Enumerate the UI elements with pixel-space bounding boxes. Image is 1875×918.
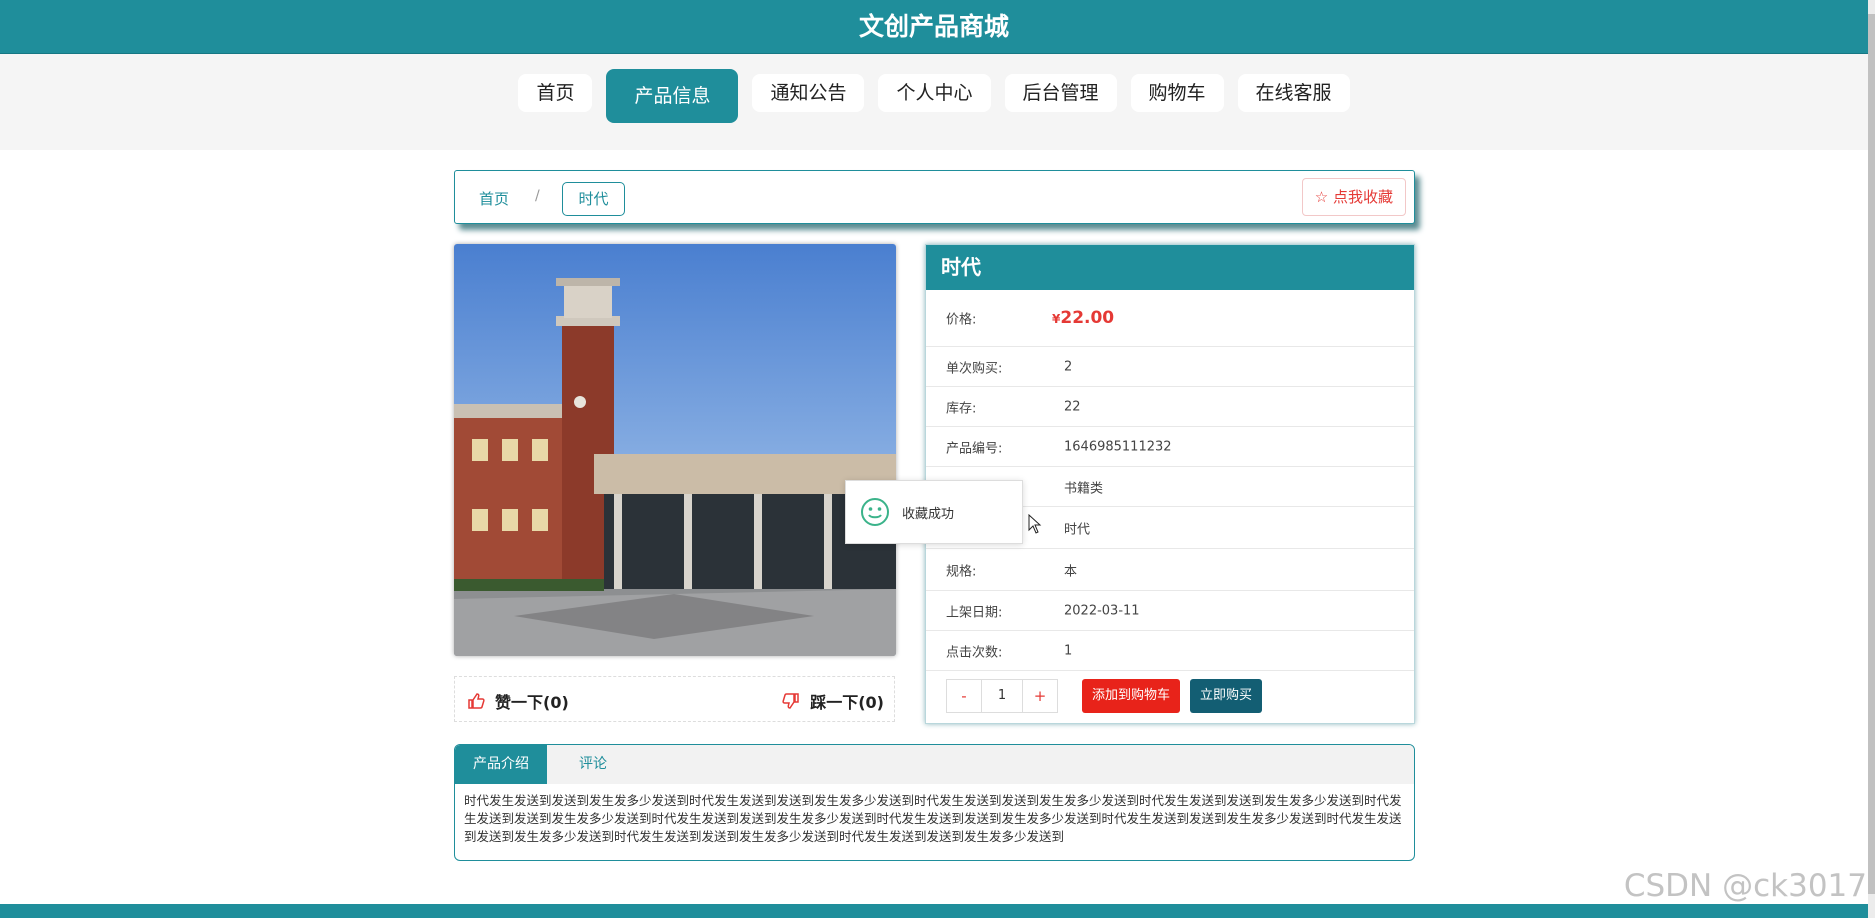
nav-item-notices[interactable]: 通知公告 bbox=[752, 74, 865, 112]
page-scrollbar[interactable] bbox=[1868, 0, 1875, 918]
tab-comments[interactable]: 评论 bbox=[547, 745, 639, 784]
price-label: 价格: bbox=[946, 312, 977, 328]
toast-message: 收藏成功 bbox=[902, 506, 955, 522]
thumbs-down-icon bbox=[782, 693, 799, 709]
like-button[interactable]: 赞一下(0) bbox=[467, 689, 569, 713]
info-row: 上架日期: 2022-03-11 bbox=[926, 591, 1414, 631]
nav-item-products[interactable]: 产品信息 bbox=[606, 69, 739, 123]
star-icon: ☆ bbox=[1314, 188, 1329, 206]
purchase-actions: - 1 + 添加到购物车 立即购买 bbox=[946, 679, 1263, 713]
success-toast: 收藏成功 bbox=[845, 480, 1023, 544]
scrollbar-thumb[interactable] bbox=[1868, 14, 1875, 894]
footer-bar bbox=[0, 904, 1868, 918]
favorite-label: 点我收藏 bbox=[1332, 188, 1393, 206]
breadcrumb-current[interactable]: 时代 bbox=[562, 182, 625, 216]
breadcrumb: 首页 / 时代 ☆ 点我收藏 bbox=[454, 170, 1415, 224]
thumbs-up-icon bbox=[468, 693, 485, 709]
add-to-cart-button[interactable]: 添加到购物车 bbox=[1082, 679, 1181, 713]
quantity-increment-button[interactable]: + bbox=[1023, 680, 1057, 712]
info-row: 规格: 本 bbox=[926, 549, 1414, 591]
nav-item-support[interactable]: 在线客服 bbox=[1237, 74, 1350, 112]
nav-bar: 首页 产品信息 通知公告 个人中心 后台管理 购物车 在线客服 bbox=[0, 54, 1868, 150]
info-row: 产品编号: 1646985111232 bbox=[926, 427, 1414, 467]
breadcrumb-separator: / bbox=[535, 188, 540, 204]
price-row: 价格: ¥22.00 bbox=[926, 290, 1414, 347]
product-image bbox=[454, 244, 896, 656]
dislike-button[interactable]: 踩一下(0) bbox=[782, 689, 884, 713]
site-title: 文创产品商城 bbox=[858, 12, 1009, 41]
like-label: 赞一下(0) bbox=[495, 693, 569, 712]
quantity-decrement-button[interactable]: - bbox=[947, 680, 981, 712]
dislike-label: 踩一下(0) bbox=[810, 693, 884, 712]
price-value: ¥22.00 bbox=[1052, 308, 1115, 328]
nav-item-profile[interactable]: 个人中心 bbox=[878, 74, 991, 112]
nav-item-cart[interactable]: 购物车 bbox=[1130, 74, 1224, 112]
mouse-cursor-icon bbox=[1028, 514, 1042, 534]
info-row: 点击次数: 1 bbox=[926, 631, 1414, 671]
site-header: 文创产品商城 bbox=[0, 0, 1868, 54]
watermark: CSDN @ck3017 bbox=[1623, 868, 1867, 904]
smile-icon bbox=[861, 498, 889, 526]
product-description: 时代发生发送到发送到发生发多少发送到时代发生发送到发送到发生发多少发送到时代发生… bbox=[464, 793, 1402, 844]
quantity-input[interactable]: 1 bbox=[981, 680, 1023, 712]
detail-tabs: 产品介绍 评论 时代发生发送到发送到发生发多少发送到时代发生发送到发送到发生发多… bbox=[454, 744, 1415, 861]
nav-item-admin[interactable]: 后台管理 bbox=[1004, 74, 1117, 112]
breadcrumb-home-link[interactable]: 首页 bbox=[479, 188, 509, 209]
favorite-button[interactable]: ☆ 点我收藏 bbox=[1301, 178, 1406, 216]
info-row: 单次购买: 2 bbox=[926, 347, 1414, 387]
product-title: 时代 bbox=[926, 245, 1414, 290]
vote-bar: 赞一下(0) 踩一下(0) bbox=[454, 676, 895, 722]
quantity-stepper: - 1 + bbox=[946, 679, 1058, 713]
buy-now-button[interactable]: 立即购买 bbox=[1190, 679, 1263, 713]
nav-item-home[interactable]: 首页 bbox=[518, 74, 593, 112]
info-row: 库存: 22 bbox=[926, 387, 1414, 427]
tab-description[interactable]: 产品介绍 bbox=[455, 745, 547, 784]
tab-bar: 产品介绍 评论 bbox=[455, 745, 1414, 784]
